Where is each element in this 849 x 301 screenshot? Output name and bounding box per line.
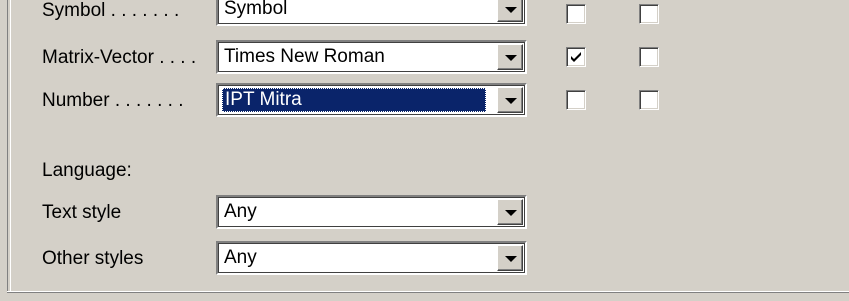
matrix-vector-font-value: Times New Roman bbox=[224, 46, 385, 67]
symbol-font-combo[interactable]: Symbol bbox=[216, 0, 527, 26]
groupbox-left-border bbox=[7, 0, 11, 293]
matrix-vector-checkbox-2[interactable] bbox=[639, 47, 659, 67]
number-checkbox-1[interactable] bbox=[566, 90, 586, 110]
text-style-combo[interactable]: Any bbox=[216, 195, 527, 229]
other-styles-dropdown-button[interactable] bbox=[497, 245, 523, 271]
chevron-down-icon bbox=[505, 210, 517, 216]
symbol-checkbox-1[interactable] bbox=[566, 4, 586, 24]
symbol-dropdown-button[interactable] bbox=[497, 0, 523, 22]
symbol-checkbox-2[interactable] bbox=[639, 4, 659, 24]
matrix-vector-checkbox-1[interactable] bbox=[566, 47, 586, 67]
number-font-value: IPT Mitra bbox=[222, 88, 486, 112]
text-style-value: Any bbox=[224, 201, 257, 222]
matrix-vector-font-combo[interactable]: Times New Roman bbox=[216, 40, 527, 74]
text-style-dropdown-button[interactable] bbox=[497, 199, 523, 225]
symbol-font-value: Symbol bbox=[224, 0, 288, 19]
groupbox-bottom-border bbox=[7, 291, 849, 293]
chevron-down-icon bbox=[505, 256, 517, 262]
dialog-panel: Symbol . . . . . . . Symbol Matrix-Vecto… bbox=[0, 0, 849, 301]
language-heading: Language: bbox=[42, 160, 132, 181]
other-styles-combo[interactable]: Any bbox=[216, 241, 527, 275]
other-styles-value: Any bbox=[224, 247, 257, 268]
text-style-label: Text style bbox=[42, 202, 122, 223]
number-dropdown-button[interactable] bbox=[497, 87, 523, 113]
matrix-vector-dropdown-button[interactable] bbox=[497, 44, 523, 70]
matrix-vector-label: Matrix-Vector . . . . bbox=[42, 47, 197, 68]
chevron-down-icon bbox=[505, 98, 517, 104]
number-checkbox-2[interactable] bbox=[639, 90, 659, 110]
symbol-label: Symbol . . . . . . . bbox=[42, 0, 180, 21]
chevron-down-icon bbox=[505, 7, 517, 13]
chevron-down-icon bbox=[505, 55, 517, 61]
number-font-combo[interactable]: IPT Mitra bbox=[216, 83, 527, 117]
checkmark-icon bbox=[571, 52, 581, 62]
number-label: Number . . . . . . . bbox=[42, 90, 184, 111]
other-styles-label: Other styles bbox=[42, 248, 144, 269]
